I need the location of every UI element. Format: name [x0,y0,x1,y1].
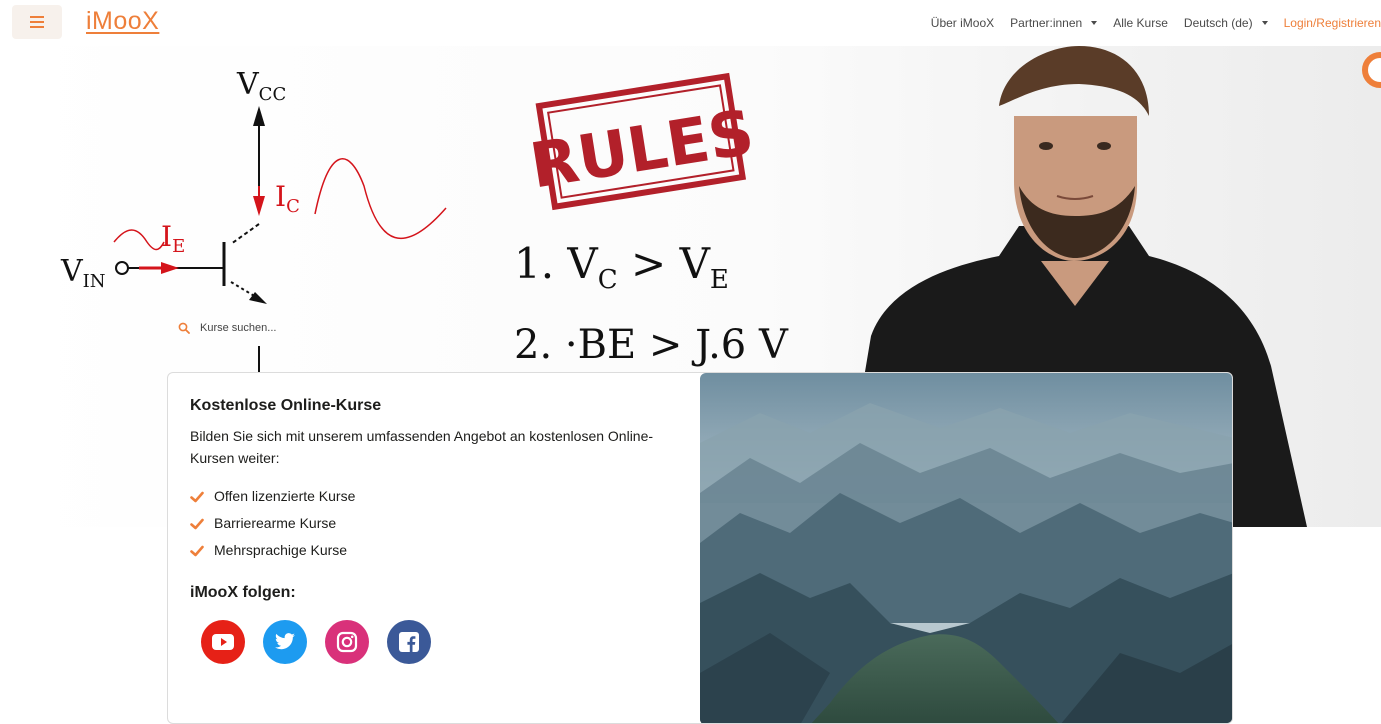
youtube-button[interactable] [201,620,245,664]
info-card: Kostenlose Online-Kurse Bilden Sie sich … [167,372,1233,724]
instagram-icon [336,631,358,653]
follow-title: iMooX folgen: [190,584,296,601]
search-input[interactable] [200,322,350,334]
check-icon [190,518,204,529]
rule-one: 1. VC > VE [514,239,729,295]
feature-label: Offen lizenzierte Kurse [214,488,356,504]
caret-down-icon [1261,21,1268,25]
list-item: Mehrsprachige Kurse [190,537,679,564]
ic-label: IC [275,180,300,217]
search-icon [178,322,190,334]
rules-text: 1. VC > VE 2. ·BE > J.6 V [514,239,789,368]
nav-language-label: Deutsch (de) [1183,16,1253,30]
info-card-content: Kostenlose Online-Kurse Bilden Sie sich … [168,373,701,723]
check-icon [190,491,204,502]
nav-partners-label: Partner:innen [1010,16,1083,30]
nav-partners-dropdown[interactable]: Partner:innen [1002,16,1105,30]
list-item: Barrierearme Kurse [190,510,679,537]
youtube-icon [212,634,234,650]
instagram-button[interactable] [325,620,369,664]
social-links [190,620,679,664]
nav-links: Über iMooX Partner:innen Alle Kurse Deut… [923,0,1381,46]
feature-label: Mehrsprachige Kurse [214,542,348,558]
course-search [178,318,378,338]
twitter-icon [275,633,295,650]
ie-label: IE [161,220,185,257]
circuit-labels: VCC IC IE VIN [60,67,300,292]
mountain-landscape-image [700,373,1232,723]
nav-language-dropdown[interactable]: Deutsch (de) [1176,16,1276,30]
site-logo[interactable]: iMooX [86,6,159,36]
top-navbar: iMooX Über iMooX Partner:innen Alle Kurs… [0,0,1381,46]
hamburger-icon [30,16,44,28]
caret-down-icon [1091,21,1098,25]
rule-two: 2. ·BE > J.6 V [514,322,789,368]
feature-label: Barrierearme Kurse [214,515,337,531]
nav-all-courses-label: Alle Kurse [1113,16,1168,30]
facebook-button[interactable] [387,620,431,664]
nav-about-link[interactable]: Über iMooX [923,16,1002,30]
feature-list: Offen lizenzierte Kurse Barrierearme Kur… [190,483,679,564]
rules-stamp: RULES [525,72,759,211]
vcc-label: VCC [236,67,286,105]
vin-label: VIN [60,254,106,292]
card-description: Bilden Sie sich mit unserem umfassenden … [190,428,654,466]
login-register-link[interactable]: Login/Registrieren [1276,16,1381,30]
facebook-icon [399,632,419,652]
nav-about-label: Über iMooX [930,16,995,30]
nav-all-courses-link[interactable]: Alle Kurse [1105,16,1176,30]
twitter-button[interactable] [263,620,307,664]
list-item: Offen lizenzierte Kurse [190,483,679,510]
check-icon [190,545,204,556]
mountain-landscape-illustration [700,373,1232,723]
card-title: Kostenlose Online-Kurse [190,397,382,414]
menu-toggle-button[interactable] [12,5,62,39]
